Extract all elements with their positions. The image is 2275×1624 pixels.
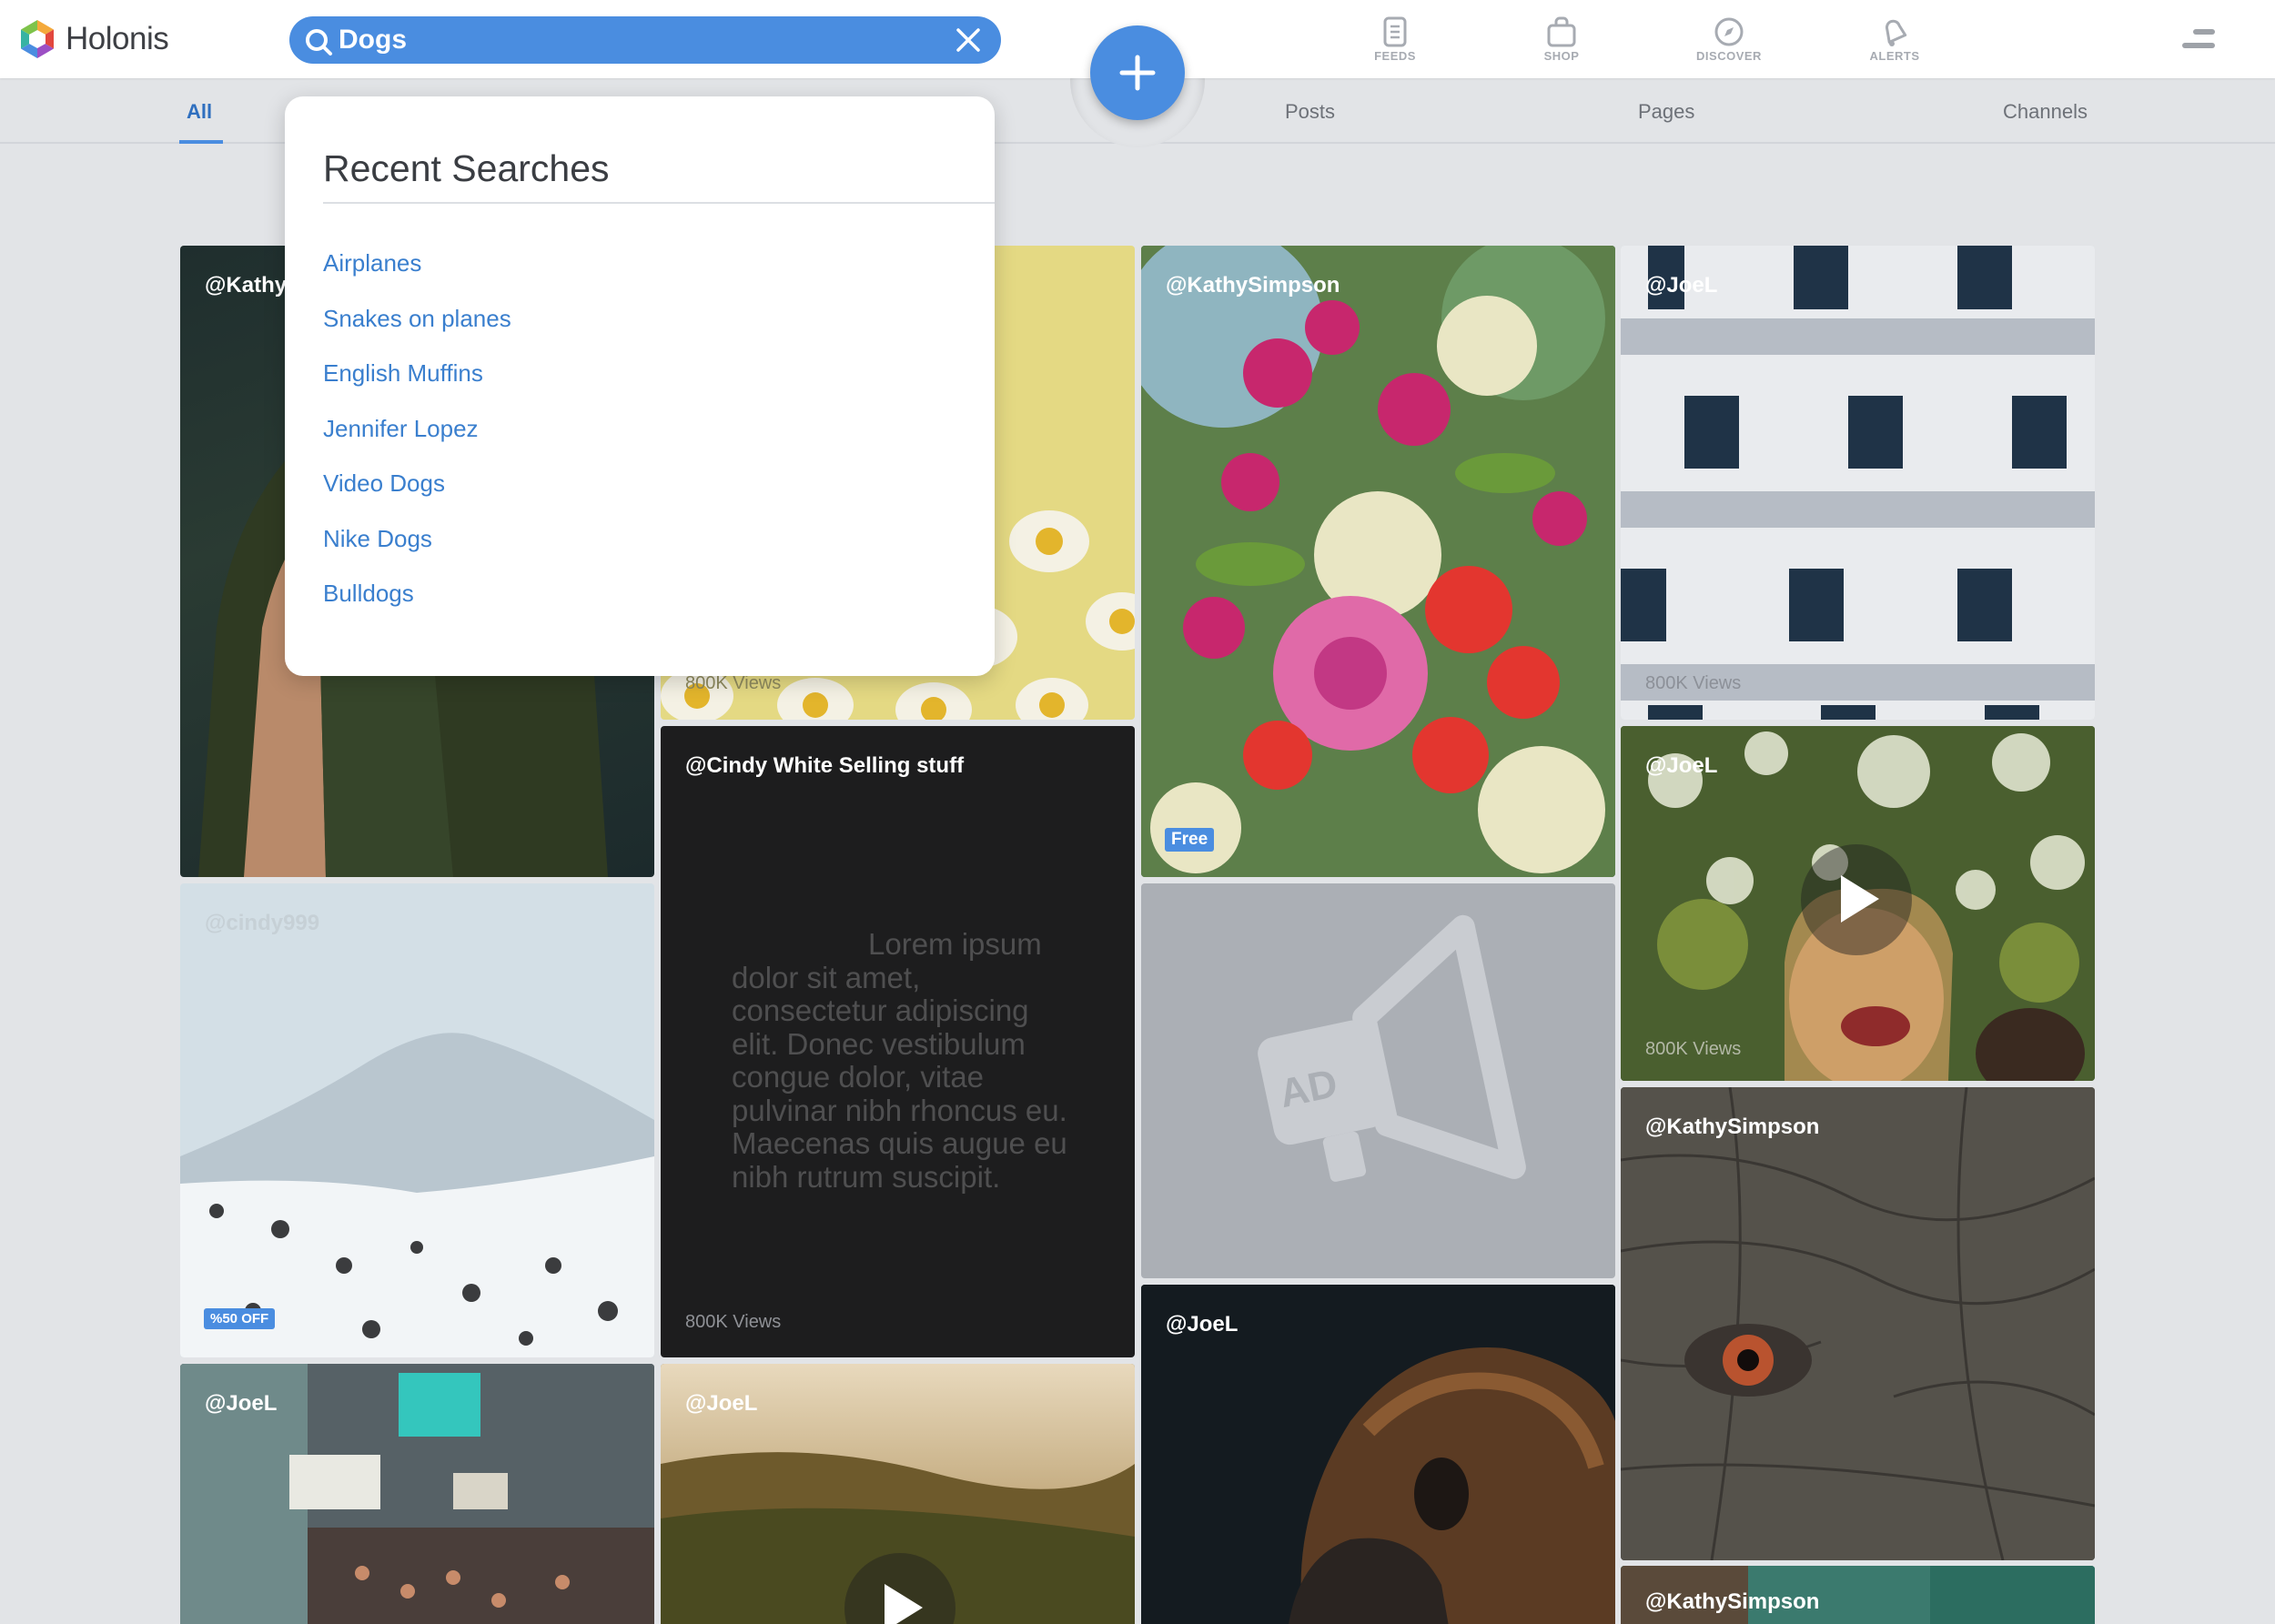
post-image (1621, 246, 2095, 720)
app-name: Holonis (66, 21, 169, 56)
post-author[interactable]: @KathySimpson (1645, 1115, 1819, 1140)
post-author[interactable]: @JoeL (1645, 273, 1717, 298)
divider (323, 202, 995, 204)
post-card[interactable]: @cindy999 %50 OFF (180, 883, 654, 1357)
compass-icon (1714, 17, 1744, 46)
create-post-button[interactable] (1090, 25, 1185, 120)
post-views: 800K Views (1645, 1039, 1742, 1059)
tab-posts[interactable]: Posts (1285, 100, 1335, 124)
plus-icon (1119, 55, 1156, 91)
post-image (1621, 1087, 2095, 1560)
menu-icon[interactable] (2180, 27, 2217, 51)
post-views: 800K Views (1645, 673, 1742, 693)
app-logo[interactable]: Holonis (18, 18, 169, 60)
post-card[interactable]: @JoeL (180, 1364, 654, 1624)
holonis-logo-icon (21, 20, 54, 58)
nav-feeds[interactable]: FEEDS (1345, 16, 1445, 63)
post-author[interactable]: @JoeL (1645, 753, 1717, 779)
nav-shop[interactable]: SHOP (1512, 16, 1612, 63)
recent-search-item[interactable]: Video Dogs (323, 469, 511, 525)
price-badge: Free (1165, 828, 1215, 852)
post-author[interactable]: @KathySimpson (1645, 1589, 1819, 1615)
ad-card[interactable]: AD (1141, 883, 1615, 1278)
tab-pages[interactable]: Pages (1638, 100, 1694, 124)
search-bar[interactable]: Dogs (289, 16, 1001, 64)
post-views: 800K Views (685, 1312, 782, 1332)
post-card[interactable]: @KathySimpson (1621, 1087, 2095, 1560)
recent-searches-dropdown: Recent Searches Airplanes Snakes on plan… (285, 96, 995, 676)
nav-shop-label: SHOP (1543, 49, 1580, 63)
post-card[interactable]: @JoeL (661, 1364, 1135, 1624)
post-card[interactable]: @Cindy White Selling stuff Lorem ipsum d… (661, 726, 1135, 1357)
post-card[interactable]: @KathySimpson (1621, 1566, 2095, 1624)
nav-discover[interactable]: DISCOVER (1679, 16, 1779, 63)
recent-searches-title: Recent Searches (323, 147, 610, 189)
bell-icon (1885, 19, 1907, 46)
recent-search-item[interactable]: Bulldogs (323, 580, 511, 635)
post-text: Lorem ipsum dolor sit amet, consectetur … (732, 927, 1067, 1194)
post-image (1141, 246, 1615, 877)
recent-search-item[interactable]: Airplanes (323, 249, 511, 305)
megaphone-icon: AD (1258, 914, 1526, 1182)
nav-alerts-label: ALERTS (1869, 49, 1920, 63)
post-author[interactable]: @JoeL (685, 1391, 757, 1417)
post-card[interactable]: @JoeL 800K Views (1621, 726, 2095, 1081)
recent-search-item[interactable]: Nike Dogs (323, 525, 511, 580)
post-author[interactable]: @cindy999 (205, 911, 319, 936)
nav-feeds-label: FEEDS (1374, 49, 1416, 63)
post-card[interactable]: @JoeL 800K Views (1621, 246, 2095, 720)
search-input[interactable]: Dogs (339, 25, 407, 55)
post-card[interactable]: @JoeL (1141, 1285, 1615, 1624)
shop-icon (1547, 16, 1576, 47)
post-author[interactable]: @JoeL (205, 1391, 277, 1417)
post-views: 800K Views (685, 673, 782, 693)
discount-badge: %50 OFF (204, 1308, 276, 1329)
post-card[interactable]: @KathySimpson Free (1141, 246, 1615, 877)
active-tab-indicator (179, 140, 223, 144)
post-author[interactable]: @KathySimpson (1166, 273, 1340, 298)
post-author[interactable]: @JoeL (1166, 1312, 1238, 1337)
play-icon (1841, 875, 1879, 923)
search-icon (306, 29, 332, 55)
recent-searches-list: Airplanes Snakes on planes English Muffi… (323, 249, 511, 635)
feeds-icon (1383, 16, 1407, 47)
recent-search-item[interactable]: Jennifer Lopez (323, 415, 511, 470)
tab-all[interactable]: All (187, 100, 212, 124)
nav-discover-label: DISCOVER (1696, 49, 1762, 63)
nav-alerts[interactable]: ALERTS (1845, 16, 1945, 63)
recent-search-item[interactable]: Snakes on planes (323, 305, 511, 360)
post-author[interactable]: @Kathy (205, 273, 287, 298)
tab-channels[interactable]: Channels (2003, 100, 2088, 124)
close-icon[interactable] (956, 27, 981, 53)
post-author[interactable]: @Cindy White Selling stuff (685, 753, 964, 779)
recent-search-item[interactable]: English Muffins (323, 359, 511, 415)
play-icon (885, 1584, 923, 1624)
post-image (180, 883, 654, 1357)
play-button[interactable] (1801, 844, 1912, 955)
